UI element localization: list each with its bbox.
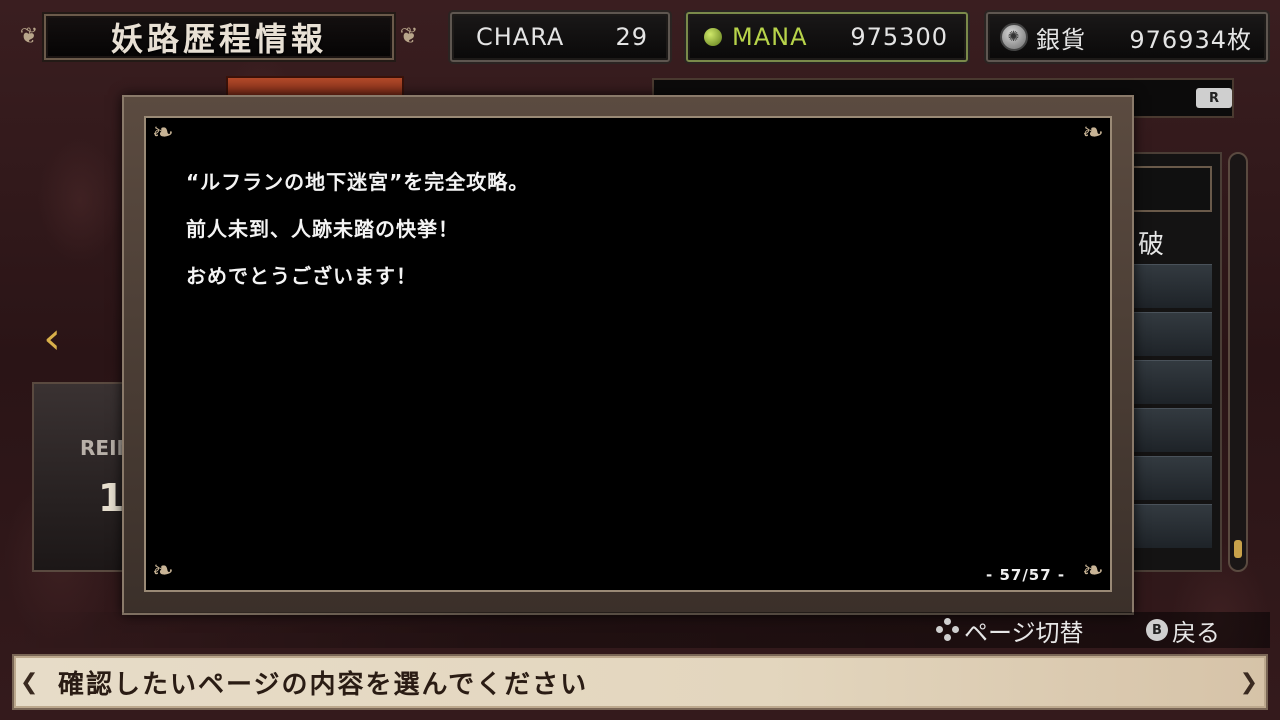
dialog-line-3: おめでとうございます！ <box>186 264 417 288</box>
instruction-text: 確認したいページの内容を選んでください <box>58 669 589 700</box>
list-panel-heading: 破 <box>1138 230 1165 260</box>
corner-flourish-icon: ❧ <box>1082 118 1104 148</box>
page-switch-label: ページ切替 <box>964 618 1084 647</box>
chara-count-box: CHARA 29 <box>450 12 670 62</box>
mana-box: MANA 975300 <box>686 12 968 62</box>
instruction-ornament-left-icon: ❮ <box>20 669 39 695</box>
corner-flourish-icon: ❧ <box>1082 556 1104 586</box>
mana-label: MANA <box>732 23 808 51</box>
chara-value: 29 <box>615 23 648 51</box>
list-scrollbar-thumb[interactable] <box>1234 540 1242 558</box>
screen-title: 妖路歴程情報 <box>110 20 327 58</box>
silver-coin-icon: ✺ <box>1000 23 1028 51</box>
left-card-number: 1 <box>98 476 125 520</box>
silver-coin-box: ✺ 銀貨 976934枚 <box>986 12 1268 62</box>
list-scrollbar[interactable] <box>1228 152 1248 572</box>
page-switch-hint[interactable]: ページ切替 <box>936 614 1084 647</box>
back-hint[interactable]: B 戻る <box>1146 614 1220 647</box>
instruction-bar: ❮ 確認したいページの内容を選んでください ❯ <box>12 654 1268 710</box>
dialog-line-2: 前人未到、人跡未踏の快挙！ <box>186 217 459 241</box>
b-button-icon: B <box>1146 619 1168 641</box>
chara-label: CHARA <box>476 23 565 51</box>
previous-page-arrow-icon[interactable]: ‹ <box>40 298 64 378</box>
title-ornament-left-icon: ❦ <box>19 24 39 49</box>
corner-flourish-icon: ❧ <box>152 556 174 586</box>
silver-value: 976934枚 <box>1129 25 1252 54</box>
screen-title-plate: ❦ 妖路歴程情報 ❦ <box>14 10 424 64</box>
tab-next-r-button-icon: R <box>1196 88 1232 108</box>
mana-value: 975300 <box>850 23 948 51</box>
page-indicator: - 57/57 - <box>986 566 1066 584</box>
dpad-icon <box>936 618 960 642</box>
silver-label: 銀貨 <box>1036 25 1086 54</box>
back-label: 戻る <box>1172 618 1220 647</box>
dialog-line-1: “ルフランの地下迷宮”を完全攻略。 <box>186 170 530 194</box>
instruction-ornament-right-icon: ❯ <box>1239 669 1258 695</box>
mana-orb-icon <box>704 28 722 46</box>
title-ornament-right-icon: ❦ <box>399 24 419 49</box>
corner-flourish-icon: ❧ <box>152 118 174 148</box>
